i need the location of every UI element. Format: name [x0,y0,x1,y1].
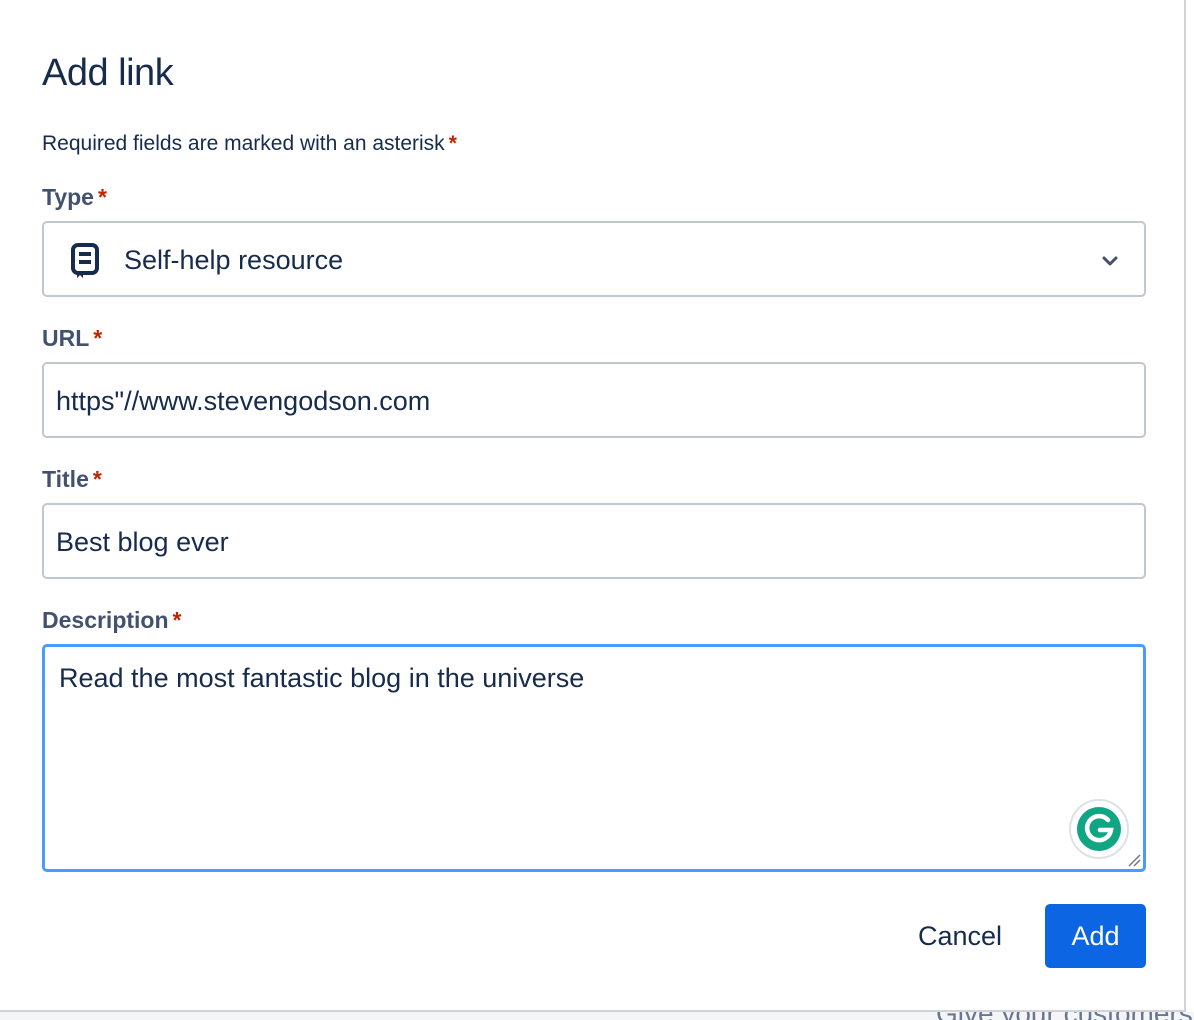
dialog-title: Add link [42,52,174,94]
description-textarea-value: Read the most fantastic blog in the univ… [59,663,585,693]
description-required-asterisk: * [172,607,182,633]
description-textarea[interactable]: Read the most fantastic blog in the univ… [42,644,1146,872]
title-required-asterisk: * [92,466,102,492]
title-label-text: Title [42,466,89,492]
url-required-asterisk: * [93,325,103,351]
required-asterisk: * [448,132,457,155]
type-required-asterisk: * [97,184,107,210]
add-button[interactable]: Add [1045,904,1146,968]
description-label-text: Description [42,607,169,633]
type-label-text: Type [42,184,94,210]
description-label: Description * [42,607,181,634]
type-select-value: Self-help resource [124,245,344,275]
resize-handle-icon[interactable] [1127,853,1141,867]
required-note-text: Required fields are marked with an aster… [42,132,445,155]
cancel-button[interactable]: Cancel [896,904,1024,968]
type-select[interactable]: Self-help resource [42,221,1146,297]
url-input[interactable]: https"//www.stevengodson.com [42,362,1146,438]
background-page: Give your customers and team access to e… [0,1012,1194,1020]
url-input-value: https"//www.stevengodson.com [56,386,431,416]
add-link-dialog: Add link Required fields are marked with… [0,0,1186,1012]
title-label: Title * [42,466,102,493]
background-text: Give your customers and team access to e… [936,1012,1194,1020]
grammarly-icon[interactable] [1069,799,1129,859]
required-fields-note: Required fields are marked with an aster… [42,132,457,156]
book-icon [68,242,102,280]
title-input[interactable]: Best blog ever [42,503,1146,579]
url-label-text: URL [42,325,90,351]
title-input-value: Best blog ever [56,527,229,557]
url-label: URL * [42,325,102,352]
chevron-down-icon[interactable] [1100,251,1120,271]
type-label: Type * [42,184,107,211]
